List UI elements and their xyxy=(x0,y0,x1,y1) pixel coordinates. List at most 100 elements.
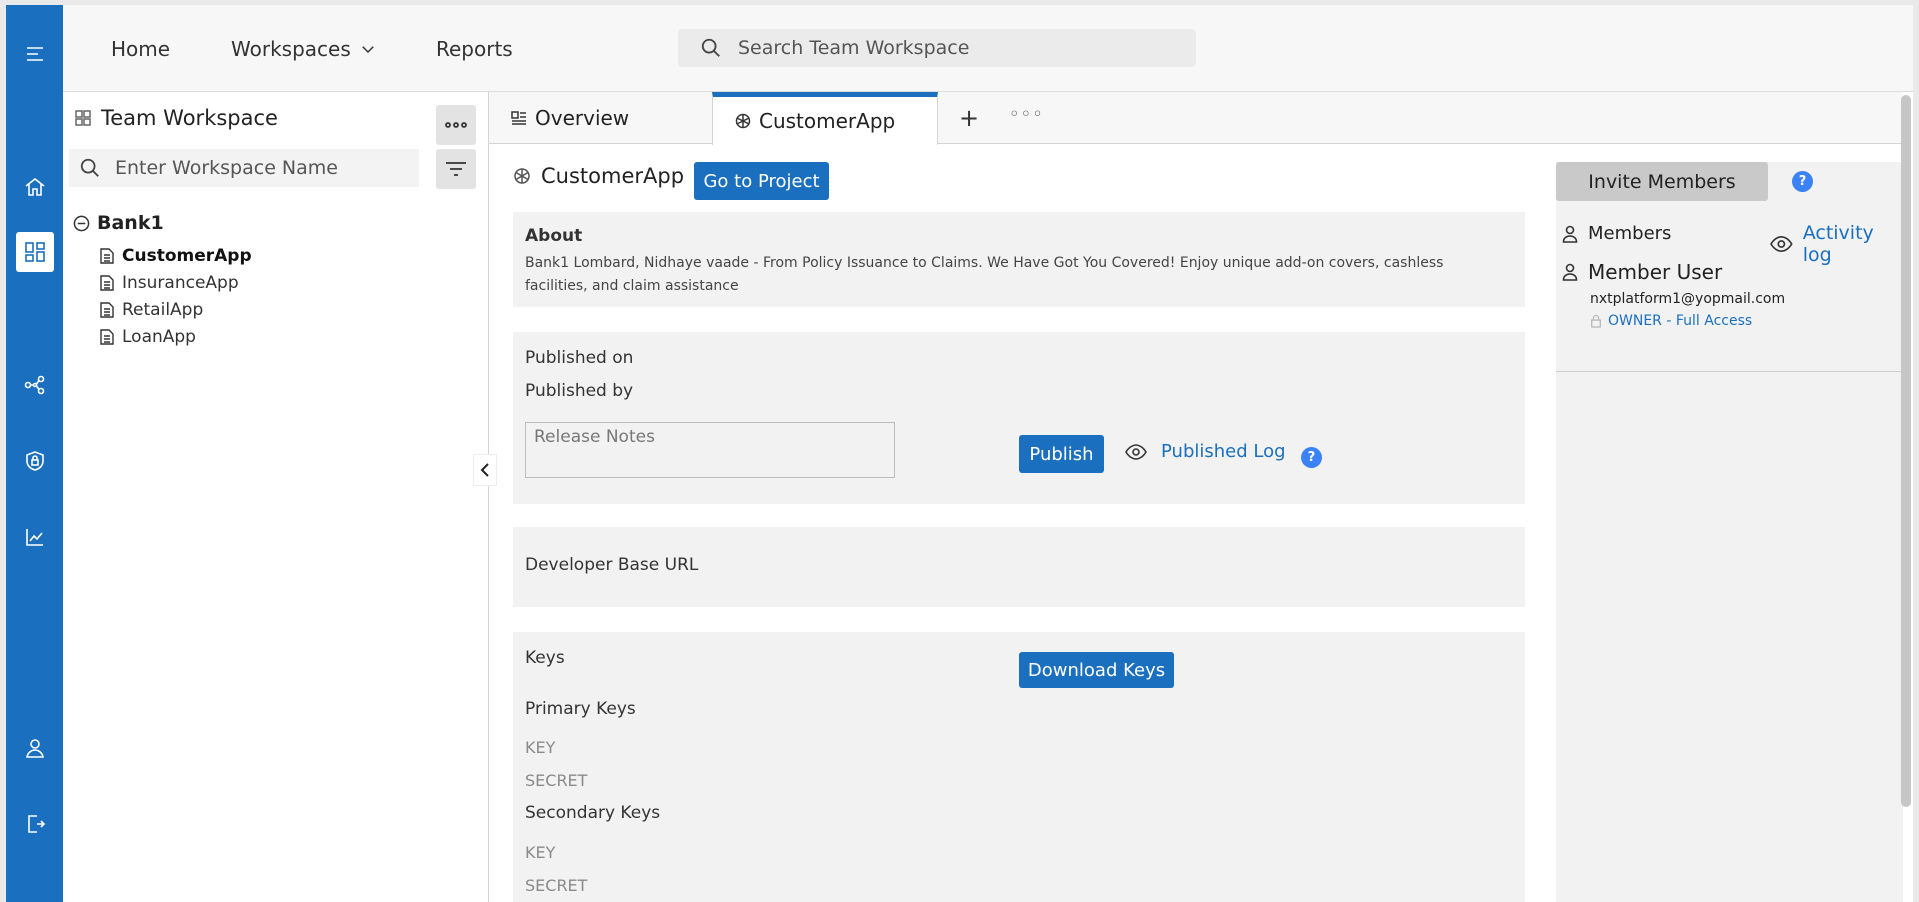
nav-workspaces-label: Workspaces xyxy=(231,37,351,61)
member-row: Member User xyxy=(1562,260,1722,284)
tree-item-insuranceapp[interactable]: InsuranceApp xyxy=(100,273,239,293)
add-tab-button[interactable]: + xyxy=(959,104,979,132)
member-email: nxtplatform1@yopmail.com xyxy=(1590,291,1786,307)
developer-base-url-label: Developer Base URL xyxy=(525,555,699,575)
more-dots-icon xyxy=(445,122,467,128)
tree-item-label: InsuranceApp xyxy=(122,273,239,293)
home-icon[interactable] xyxy=(19,171,51,203)
chevron-down-icon xyxy=(361,46,374,54)
project-name: CustomerApp xyxy=(541,164,685,188)
workspace-search-input[interactable] xyxy=(115,157,405,179)
keys-heading: Keys xyxy=(525,648,565,668)
member-role: OWNER - Full Access xyxy=(1590,313,1752,329)
app-window: Home Workspaces Reports Team Workspace B xyxy=(6,5,1913,902)
overview-icon xyxy=(511,111,526,125)
published-log-label: Published Log xyxy=(1161,441,1286,462)
app-icon xyxy=(514,168,530,184)
user-icon[interactable] xyxy=(19,732,51,764)
lock-icon xyxy=(1591,314,1601,328)
tree-root-bank1[interactable]: Bank1 xyxy=(73,212,164,234)
workspace-grid-icon xyxy=(75,110,91,126)
collapse-circle-icon xyxy=(73,215,90,231)
vertical-scrollbar[interactable] xyxy=(1901,95,1911,807)
tree-item-retailapp[interactable]: RetailApp xyxy=(100,300,203,320)
eye-icon xyxy=(1125,443,1147,460)
members-label: Members xyxy=(1588,223,1672,244)
app-icon xyxy=(735,113,751,129)
publish-help-icon[interactable]: ? xyxy=(1301,447,1322,468)
tree-item-label: RetailApp xyxy=(122,300,204,320)
filter-icon xyxy=(446,162,466,176)
workspace-panel: Team Workspace Bank1 CustomerApp Insuran… xyxy=(63,92,489,902)
publish-card: Published on Published by Publish Publis… xyxy=(513,332,1525,504)
nav-home[interactable]: Home xyxy=(111,37,170,61)
chevron-left-icon xyxy=(480,463,489,477)
primary-key-label: KEY xyxy=(525,738,556,757)
primary-keys-label: Primary Keys xyxy=(525,699,636,719)
member-name: Member User xyxy=(1588,260,1723,284)
chart-icon[interactable] xyxy=(19,521,51,553)
members-header: Members xyxy=(1562,223,1671,244)
tree-root-label: Bank1 xyxy=(97,212,164,234)
tab-overview[interactable]: Overview xyxy=(489,92,709,144)
logout-icon[interactable] xyxy=(19,808,51,840)
global-search-input[interactable] xyxy=(738,37,1158,59)
publish-button[interactable]: Publish xyxy=(1019,435,1104,473)
tab-customerapp[interactable]: CustomerApp xyxy=(712,92,938,145)
project-title: CustomerApp xyxy=(513,164,684,188)
tree-item-customerapp[interactable]: CustomerApp xyxy=(100,246,252,266)
tab-bar: Overview CustomerApp + ◦◦◦ xyxy=(489,92,1903,145)
nav-reports[interactable]: Reports xyxy=(436,37,513,61)
download-keys-button[interactable]: Download Keys xyxy=(1019,652,1174,688)
secondary-secret-label: SECRET xyxy=(525,876,588,895)
share-nodes-icon[interactable] xyxy=(19,369,51,401)
menu-icon[interactable] xyxy=(19,38,51,70)
main-content: Overview CustomerApp + ◦◦◦ CustomerApp G… xyxy=(489,92,1903,902)
user-icon xyxy=(1562,225,1578,243)
icon-rail xyxy=(6,5,63,902)
filter-button[interactable] xyxy=(436,149,476,189)
document-icon xyxy=(100,302,114,318)
workspace-more-button[interactable] xyxy=(436,105,476,145)
document-icon xyxy=(100,329,114,345)
global-search xyxy=(678,29,1196,67)
primary-secret-label: SECRET xyxy=(525,771,588,790)
keys-card: Keys Download Keys Primary Keys KEY SECR… xyxy=(513,632,1525,902)
go-to-project-button[interactable]: Go to Project xyxy=(694,162,829,200)
shield-lock-icon[interactable] xyxy=(19,445,51,477)
tree-item-label: CustomerApp xyxy=(122,246,252,266)
published-log-link[interactable]: Published Log xyxy=(1125,441,1286,462)
workspace-icon[interactable] xyxy=(16,232,54,272)
secondary-keys-label: Secondary Keys xyxy=(525,803,661,823)
tab-customerapp-label: CustomerApp xyxy=(759,109,896,133)
top-nav: Home Workspaces Reports xyxy=(63,5,1913,92)
secondary-key-label: KEY xyxy=(525,843,556,862)
members-help-icon[interactable]: ? xyxy=(1792,171,1813,192)
eye-icon xyxy=(1770,235,1793,253)
about-heading: About xyxy=(525,226,583,246)
members-list: Members Activity log Member User nxtplat… xyxy=(1556,217,1903,372)
invite-members-button[interactable]: Invite Members xyxy=(1556,162,1768,201)
search-icon xyxy=(80,158,99,177)
document-icon xyxy=(100,275,114,291)
tab-more-button[interactable]: ◦◦◦ xyxy=(1009,104,1044,125)
user-icon xyxy=(1562,263,1578,281)
release-notes-input[interactable] xyxy=(525,422,895,478)
nav-workspaces[interactable]: Workspaces xyxy=(231,37,377,61)
tab-overview-label: Overview xyxy=(535,106,630,130)
about-card: About Bank1 Lombard, Nidhaye vaade - Fro… xyxy=(513,212,1525,307)
collapse-panel-button[interactable] xyxy=(473,454,497,486)
activity-log-label: Activity log xyxy=(1802,222,1874,266)
workspace-panel-title-text: Team Workspace xyxy=(101,106,278,130)
published-on-label: Published on xyxy=(525,348,634,368)
activity-log-link[interactable]: Activity log xyxy=(1770,222,1903,266)
developer-url-card: Developer Base URL xyxy=(513,527,1525,607)
workspace-search xyxy=(69,149,419,187)
document-icon xyxy=(100,248,114,264)
search-icon xyxy=(701,38,720,57)
member-role-label: OWNER - Full Access xyxy=(1608,313,1753,329)
tree-item-label: LoanApp xyxy=(122,327,196,347)
workspace-panel-title: Team Workspace xyxy=(75,106,278,130)
tree-item-loanapp[interactable]: LoanApp xyxy=(100,327,196,347)
published-by-label: Published by xyxy=(525,381,634,401)
